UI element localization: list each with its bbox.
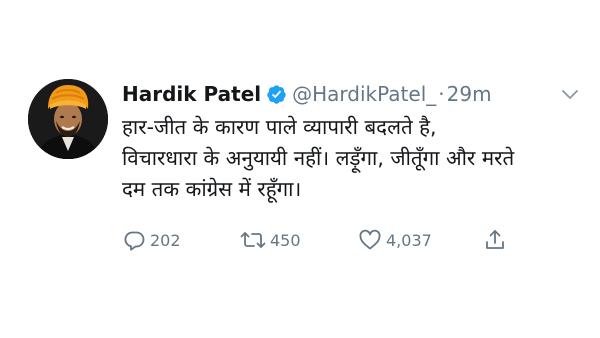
- reply-button[interactable]: 202: [122, 227, 181, 253]
- share-button[interactable]: [483, 227, 507, 253]
- avatar-image: [28, 79, 108, 159]
- tweet-text: हार-जीत के कारण पाले व्यापारी बदलते है, …: [122, 112, 582, 205]
- chevron-down-icon[interactable]: [558, 82, 582, 106]
- tweet-content: Hardik Patel @HardikPatel_ · 29m हार-जीत…: [122, 80, 582, 205]
- heart-icon: [358, 228, 382, 252]
- like-count: 4,037: [386, 230, 432, 250]
- reply-icon: [122, 228, 146, 252]
- retweet-button[interactable]: 450: [240, 227, 301, 253]
- tweet-text-line: हार-जीत के कारण पाले व्यापारी बदलते है,: [122, 115, 437, 139]
- like-button[interactable]: 4,037: [358, 227, 432, 253]
- tweet-text-line: दम तक कांग्रेस में रहूँगा।: [122, 177, 302, 201]
- tweet-card: Hardik Patel @HardikPatel_ · 29m हार-जीत…: [0, 0, 600, 338]
- avatar[interactable]: [28, 79, 108, 159]
- retweet-icon: [240, 228, 266, 252]
- tweet-text-line: विचारधारा के अनुयायी नहीं। लड़ूँगा, जीतू…: [122, 146, 515, 170]
- retweet-count: 450: [270, 230, 301, 250]
- display-name[interactable]: Hardik Patel: [122, 80, 261, 108]
- tweet-header: Hardik Patel @HardikPatel_ · 29m: [122, 80, 582, 108]
- tweet-timestamp[interactable]: 29m: [447, 80, 492, 108]
- share-icon: [483, 228, 507, 252]
- reply-count: 202: [150, 230, 181, 250]
- verified-badge-icon: [266, 84, 287, 105]
- user-handle[interactable]: @HardikPatel_: [292, 80, 436, 108]
- separator-dot: ·: [438, 82, 445, 106]
- tweet-actions: 202 450 4,037: [122, 227, 522, 253]
